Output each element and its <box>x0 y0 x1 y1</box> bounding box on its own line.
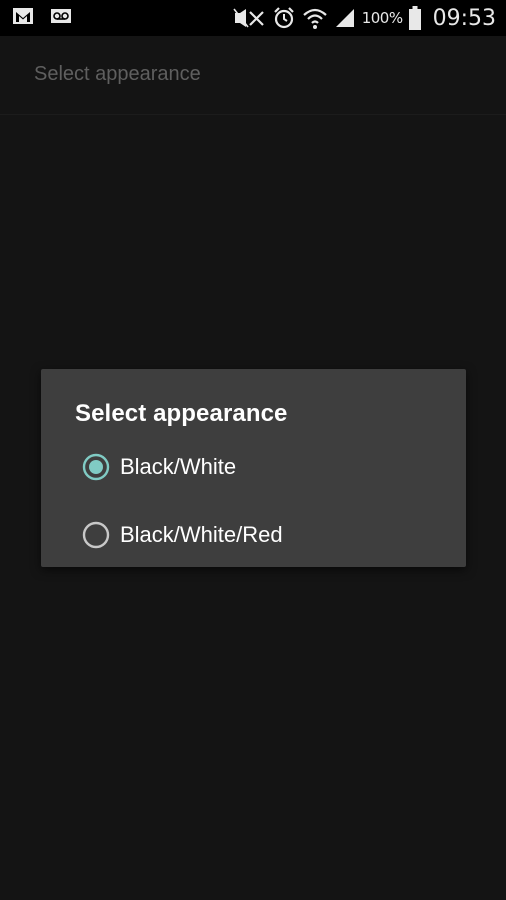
radio-unselected-icon[interactable] <box>81 520 111 550</box>
alarm-icon <box>272 6 296 30</box>
battery-icon <box>408 6 421 30</box>
status-clock: 09:53 <box>432 5 496 31</box>
option-label: Black/White <box>120 454 237 479</box>
battery-percent: 100% <box>361 9 403 27</box>
wifi-icon <box>302 6 328 30</box>
status-bar: 100% 09:53 <box>0 0 506 36</box>
select-appearance-dialog: Select appearance Black/White Black/Whit… <box>41 369 466 567</box>
status-bar-left <box>12 7 72 25</box>
voicemail-icon <box>50 7 72 25</box>
option-black-white[interactable]: Black/White <box>81 445 451 489</box>
page-title: Select appearance <box>34 63 201 85</box>
dialog-title: Select appearance <box>75 400 288 427</box>
option-label: Black/White/Red <box>120 522 283 547</box>
signal-icon <box>334 7 356 29</box>
page-header: Select appearance <box>0 36 506 115</box>
radio-selected-icon[interactable] <box>81 452 111 482</box>
mute-icon <box>232 7 266 29</box>
option-black-white-red[interactable]: Black/White/Red <box>81 513 451 557</box>
screen: 100% 09:53 Select appearance Select appe… <box>0 0 506 900</box>
status-bar-right: 100% 09:53 <box>232 3 496 33</box>
gmail-icon <box>12 7 34 25</box>
